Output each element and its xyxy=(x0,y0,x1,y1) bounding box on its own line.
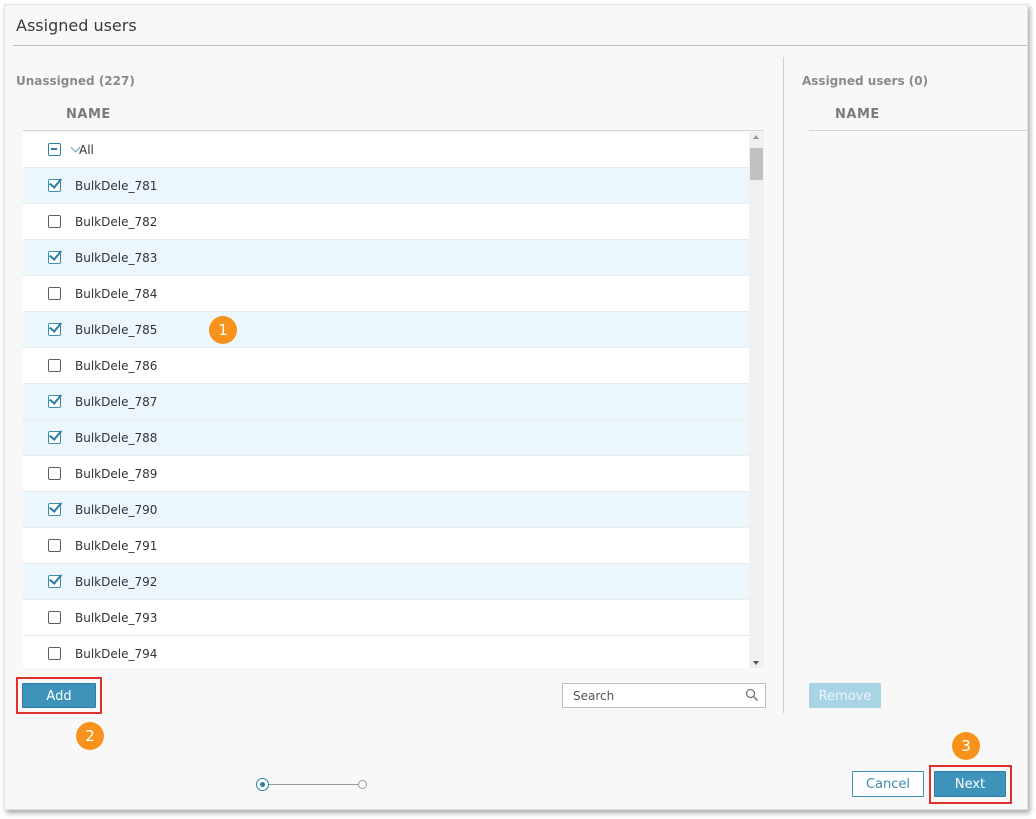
wizard-step-2 xyxy=(358,780,367,789)
user-row[interactable]: BulkDele_790 xyxy=(23,492,749,528)
cancel-button[interactable]: Cancel xyxy=(852,771,924,797)
dialog-title: Assigned users xyxy=(16,16,137,35)
user-name: BulkDele_783 xyxy=(75,250,158,265)
all-label: All xyxy=(79,142,94,157)
user-name: BulkDele_785 xyxy=(75,322,158,337)
user-checkbox[interactable] xyxy=(48,467,61,480)
user-name: BulkDele_793 xyxy=(75,610,158,625)
user-checkbox[interactable] xyxy=(48,647,61,660)
user-checkbox[interactable] xyxy=(48,431,61,444)
add-button-highlight xyxy=(16,677,102,714)
user-row[interactable]: BulkDele_783 xyxy=(23,240,749,276)
user-checkbox[interactable] xyxy=(48,611,61,624)
assigned-panel-title: Assigned users (0) xyxy=(802,74,929,88)
user-row[interactable]: BulkDele_792 xyxy=(23,564,749,600)
assigned-name-column-header[interactable]: NAME xyxy=(835,107,880,122)
user-row[interactable]: BulkDele_784 xyxy=(23,276,749,312)
user-checkbox[interactable] xyxy=(48,575,61,588)
scroll-thumb[interactable] xyxy=(750,148,763,180)
user-checkbox[interactable] xyxy=(48,251,61,264)
unassigned-name-column-header[interactable]: NAME xyxy=(66,107,111,122)
unassigned-user-list: All BulkDele_781 BulkDele_782 BulkDele_783… xyxy=(23,132,749,668)
user-name: BulkDele_781 xyxy=(75,178,158,193)
assign-users-dialog: Assigned users Unassigned (227) NAME All… xyxy=(4,4,1028,810)
user-name: BulkDele_790 xyxy=(75,502,158,517)
user-name: BulkDele_788 xyxy=(75,430,158,445)
wizard-step-line xyxy=(267,784,362,785)
user-checkbox[interactable] xyxy=(48,323,61,336)
wizard-step-1-active xyxy=(256,778,269,791)
user-row[interactable]: BulkDele_788 xyxy=(23,420,749,456)
remove-button[interactable]: Remove xyxy=(809,683,881,708)
unassigned-header-rule xyxy=(23,130,764,131)
callout-3: 3 xyxy=(952,732,980,760)
user-name: BulkDele_794 xyxy=(75,646,158,661)
callout-1: 1 xyxy=(209,316,237,344)
unassigned-panel-title: Unassigned (227) xyxy=(16,74,135,88)
user-name: BulkDele_791 xyxy=(75,538,158,553)
user-checkbox[interactable] xyxy=(48,395,61,408)
assigned-header-rule xyxy=(809,130,1027,131)
user-checkbox[interactable] xyxy=(48,179,61,192)
user-row[interactable]: BulkDele_791 xyxy=(23,528,749,564)
search-icon[interactable] xyxy=(745,688,759,702)
user-row[interactable]: BulkDele_785 xyxy=(23,312,749,348)
next-button-highlight xyxy=(929,765,1012,804)
search-input[interactable] xyxy=(563,684,743,707)
user-name: BulkDele_784 xyxy=(75,286,158,301)
user-row[interactable]: BulkDele_781 xyxy=(23,168,749,204)
user-checkbox[interactable] xyxy=(48,503,61,516)
user-name: BulkDele_786 xyxy=(75,358,158,373)
all-users-row[interactable]: All xyxy=(23,132,749,168)
user-row[interactable]: BulkDele_794 xyxy=(23,636,749,668)
user-name: BulkDele_782 xyxy=(75,214,158,229)
scroll-up-arrow-icon[interactable] xyxy=(753,135,759,139)
callout-2: 2 xyxy=(76,722,104,750)
search-box[interactable] xyxy=(562,683,766,708)
user-checkbox[interactable] xyxy=(48,359,61,372)
select-all-checkbox[interactable] xyxy=(48,143,61,156)
user-name: BulkDele_789 xyxy=(75,466,158,481)
user-row[interactable]: BulkDele_789 xyxy=(23,456,749,492)
scroll-down-arrow-icon[interactable] xyxy=(753,661,759,665)
user-name: BulkDele_792 xyxy=(75,574,158,589)
user-row[interactable]: BulkDele_793 xyxy=(23,600,749,636)
user-name: BulkDele_787 xyxy=(75,394,158,409)
user-row[interactable]: BulkDele_782 xyxy=(23,204,749,240)
user-checkbox[interactable] xyxy=(48,287,61,300)
panel-divider xyxy=(783,57,784,713)
user-checkbox[interactable] xyxy=(48,215,61,228)
user-checkbox[interactable] xyxy=(48,539,61,552)
list-scrollbar[interactable] xyxy=(749,132,764,668)
title-divider xyxy=(13,45,1027,46)
user-row[interactable]: BulkDele_786 xyxy=(23,348,749,384)
user-row[interactable]: BulkDele_787 xyxy=(23,384,749,420)
